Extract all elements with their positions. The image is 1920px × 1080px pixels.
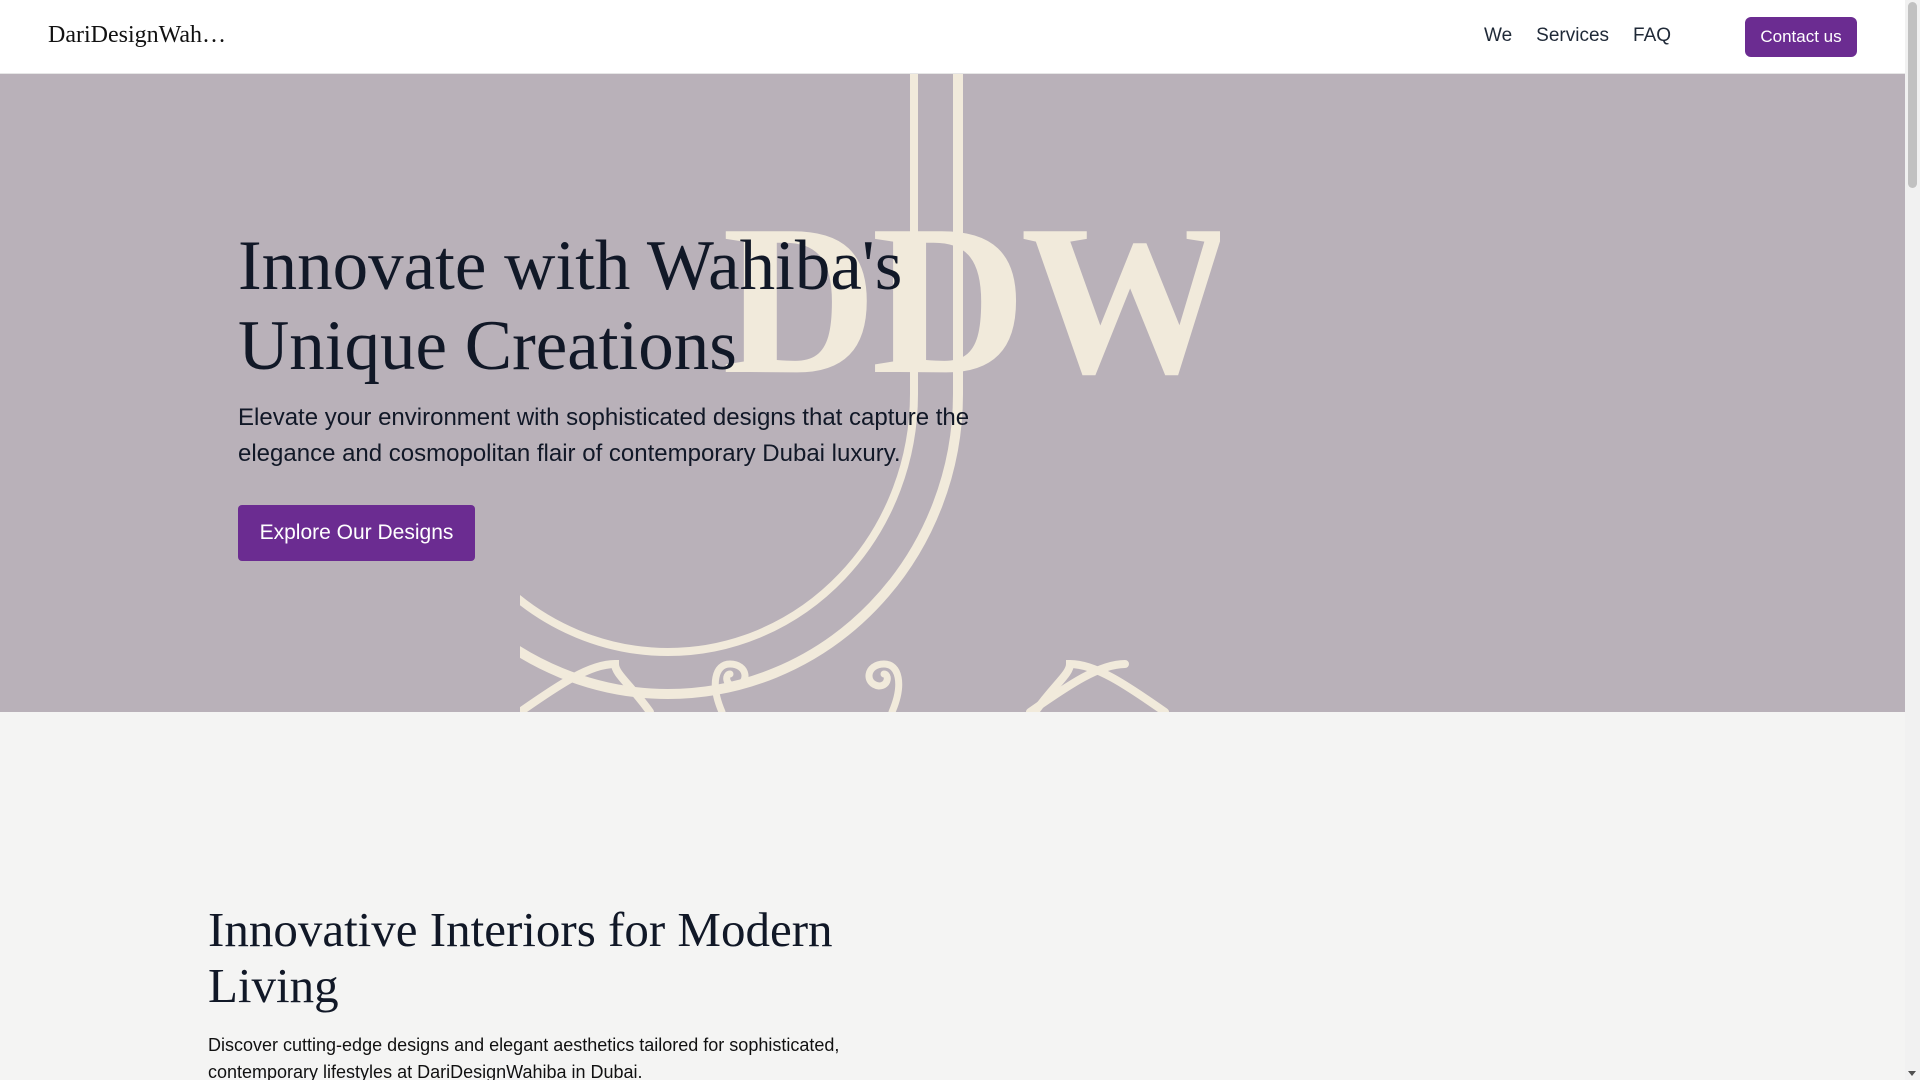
site-header: DariDesignWahiba We Services FAQ Contact… [0,0,1905,74]
scroll-down-arrow-icon[interactable] [1908,1071,1916,1076]
ddw-emblem-logo: DDW [520,74,1220,712]
site-logo[interactable]: DariDesignWahiba [48,22,228,49]
nav-link-we[interactable]: We [1484,25,1512,47]
scrollbar-thumb[interactable] [1908,2,1917,188]
hero-subtitle: Elevate your environment with sophistica… [238,404,970,467]
interiors-section: Innovative Interiors for Modern Living D… [0,712,1905,1080]
section-title: Innovative Interiors for Modern Living [208,902,833,1013]
nav-link-services[interactable]: Services [1536,25,1609,47]
page-scrollbar[interactable] [1905,0,1920,1080]
explore-designs-button[interactable]: Explore Our Designs [238,505,475,561]
section-body: Discover cutting-edge designs and elegan… [208,1035,840,1080]
contact-us-button[interactable]: Contact us [1745,17,1857,57]
hero-section: DDW Innovate with Wahiba's Unique Creati… [0,74,1905,712]
main-nav: We Services FAQ [1484,25,1671,47]
hero-title: Innovate with Wahiba's Unique Creations [238,227,903,385]
nav-link-faq[interactable]: FAQ [1633,25,1671,47]
